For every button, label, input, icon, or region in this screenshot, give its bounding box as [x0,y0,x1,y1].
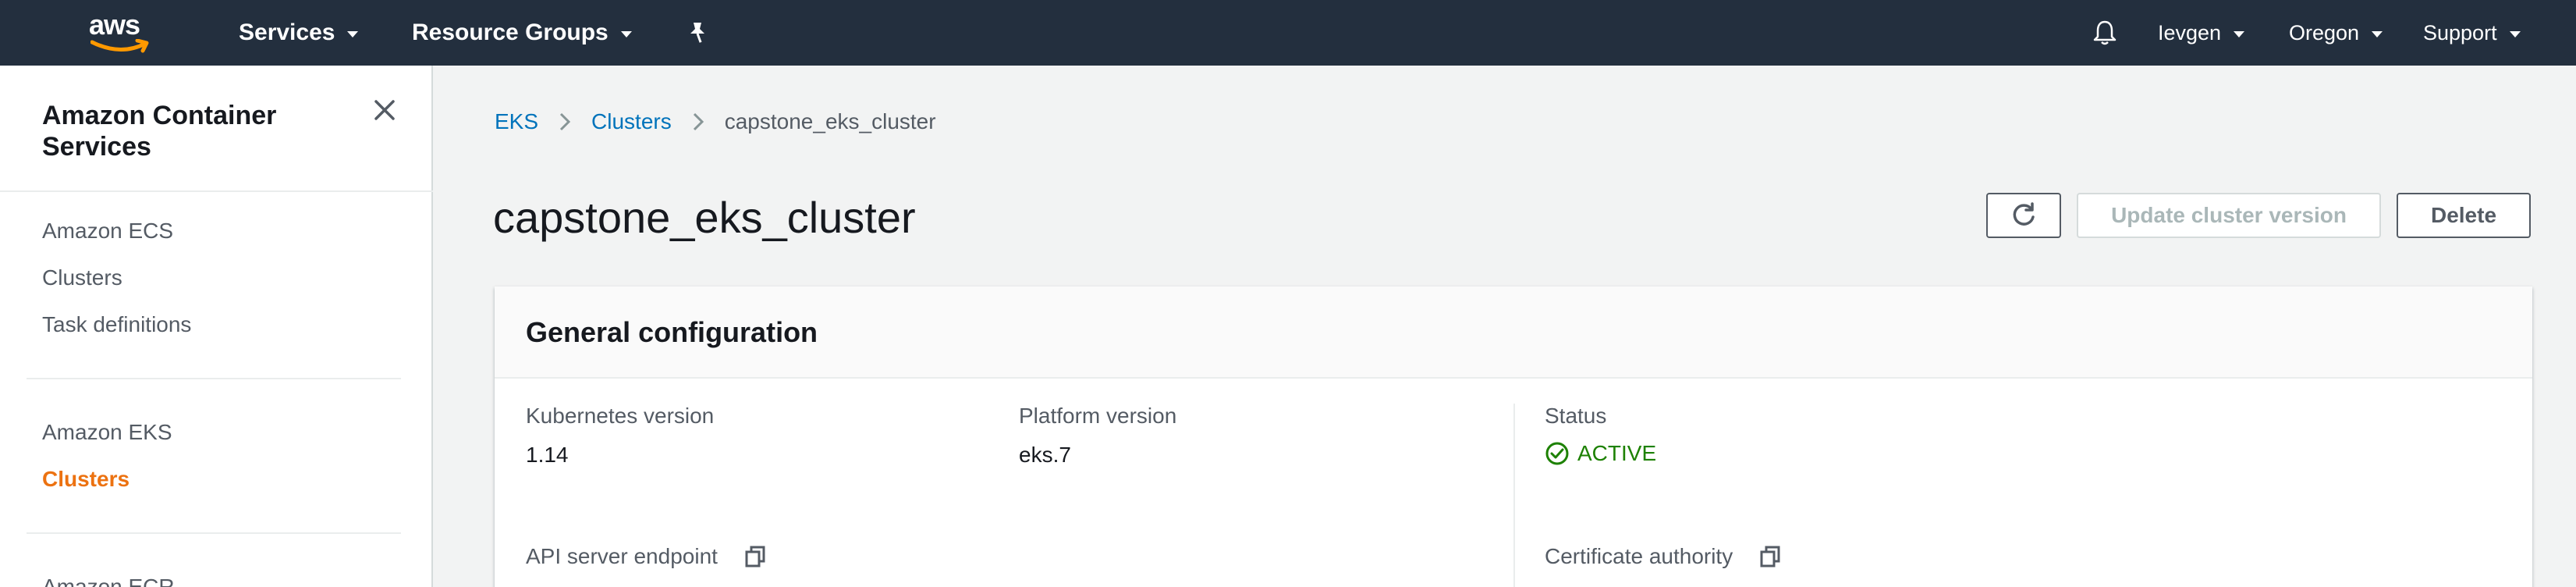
close-sidebar-button[interactable] [371,97,398,123]
region-menu[interactable]: Oregon [2289,0,2383,66]
aws-logo[interactable]: aws [86,9,156,56]
platform-version-label: Platform version [1019,404,1177,428]
refresh-button[interactable] [1986,193,2061,238]
user-label: Ievgen [2158,20,2222,44]
sidebar-header-amazon-ecs[interactable]: Amazon ECS [42,219,173,244]
breadcrumb: EKS Clusters capstone_eks_cluster [495,109,936,134]
top-navigation-bar: aws Services Resource Groups Ievgen Oreg… [0,0,2576,66]
page-title: capstone_eks_cluster [493,193,916,242]
status-label: Status [1545,404,1607,428]
pin-icon [690,23,704,43]
breadcrumb-eks[interactable]: EKS [495,109,538,134]
services-label: Services [239,20,335,45]
notifications-button[interactable] [2092,0,2117,66]
sidebar-title: Amazon Container Services [42,101,277,162]
sidebar-item-ecs-clusters[interactable]: Clusters [42,265,122,290]
bell-icon [2093,20,2117,45]
support-menu[interactable]: Support [2423,0,2521,66]
breadcrumb-clusters[interactable]: Clusters [591,109,672,134]
chevron-down-icon [2372,31,2383,37]
user-menu[interactable]: Ievgen [2158,0,2245,66]
copy-icon[interactable] [744,545,766,568]
sidebar-item-task-definitions[interactable]: Task definitions [42,312,191,337]
refresh-icon [2013,202,2035,226]
api-server-endpoint-text: API server endpoint [526,544,718,568]
platform-version-value: eks.7 [1019,443,1071,467]
panel-header: General configuration [495,286,2532,379]
sidebar-divider [0,190,433,192]
kubernetes-version-value: 1.14 [526,443,569,467]
copy-icon[interactable] [1759,545,1781,568]
api-server-endpoint-label: API server endpoint [526,544,766,569]
services-menu[interactable]: Services [239,0,359,66]
chevron-down-icon [2234,31,2245,37]
chevron-down-icon [620,31,632,37]
region-label: Oregon [2289,20,2360,44]
certificate-authority-label: Certificate authority [1545,544,1781,569]
sidebar-divider [27,532,401,534]
aws-smile-icon [90,39,149,53]
sidebar-divider [27,378,401,379]
chevron-down-icon [2509,31,2521,37]
sidebar-header-amazon-eks[interactable]: Amazon EKS [42,420,172,445]
resource-groups-menu[interactable]: Resource Groups [412,0,632,66]
sidebar-header-amazon-ecr[interactable]: Amazon ECR [42,575,175,587]
column-divider [1513,404,1515,587]
status-value: ACTIVE [1577,441,1657,465]
chevron-down-icon [347,31,359,37]
chevron-right-icon [692,111,704,133]
check-circle-icon [1545,442,1569,465]
delete-button[interactable]: Delete [2397,193,2531,238]
update-cluster-version-button[interactable]: Update cluster version [2077,193,2381,238]
sidebar: Amazon Container Services Amazon ECS Clu… [0,66,433,587]
certificate-authority-text: Certificate authority [1545,544,1733,568]
kubernetes-version-label: Kubernetes version [526,404,715,428]
aws-logo-text: aws [89,9,140,41]
resource-groups-label: Resource Groups [412,20,609,45]
close-icon [374,100,395,120]
chevron-right-icon [559,111,571,133]
status-badge: ACTIVE [1545,441,1656,466]
panel-title: General configuration [526,316,818,348]
breadcrumb-current: capstone_eks_cluster [724,109,936,133]
pin-button[interactable] [687,0,708,66]
general-configuration-panel: General configuration Kubernetes version… [495,286,2532,587]
sidebar-item-eks-clusters[interactable]: Clusters [42,467,130,492]
support-label: Support [2423,20,2497,44]
